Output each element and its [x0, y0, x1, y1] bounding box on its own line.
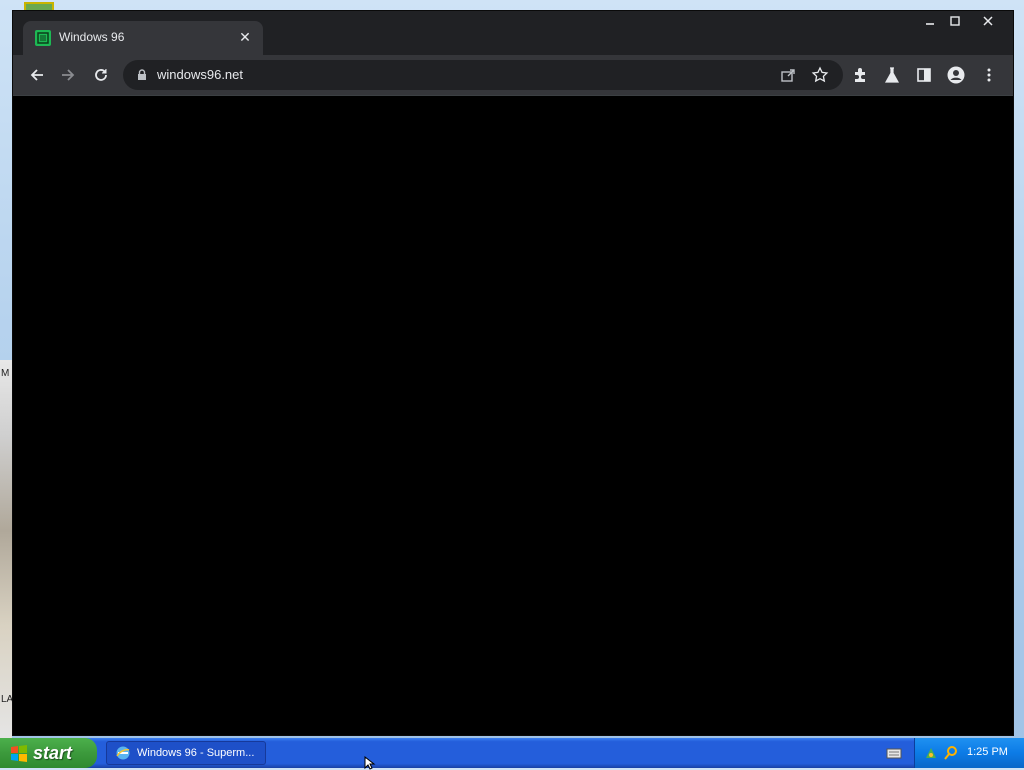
- taskbar-clock[interactable]: 1:25 PM: [967, 746, 1008, 758]
- back-icon: [30, 69, 43, 81]
- browser-tab[interactable]: Windows 96 ✕: [23, 21, 263, 55]
- extensions-icon: [855, 68, 865, 82]
- search-icon[interactable]: [943, 745, 959, 761]
- side-panel-icon: [917, 68, 931, 82]
- tab-title: Windows 96: [59, 30, 125, 44]
- page-content[interactable]: [13, 96, 1013, 735]
- maximize-icon: [950, 16, 960, 26]
- system-tray: 1:25 PM: [914, 738, 1024, 768]
- start-button[interactable]: start: [0, 738, 97, 768]
- star-icon[interactable]: [811, 66, 829, 84]
- windows-flag-icon: [11, 745, 27, 762]
- internet-explorer-icon: [116, 746, 130, 760]
- taskbar-item-browser[interactable]: Windows 96 - Superm...: [106, 741, 266, 765]
- taskbar-item-label: Windows 96 - Superm...: [137, 747, 255, 759]
- start-label: start: [33, 742, 73, 763]
- browser-window: Windows 96 ✕ windows96.net: [12, 10, 1014, 736]
- tab-close-icon[interactable]: ✕: [237, 29, 253, 45]
- profile-icon: [947, 66, 965, 84]
- desktop-wallpaper-strip: [0, 360, 12, 740]
- keyboard-icon[interactable]: [886, 746, 902, 760]
- address-url[interactable]: windows96.net: [157, 67, 243, 82]
- back-button[interactable]: [25, 63, 49, 87]
- reload-icon: [95, 69, 107, 81]
- desktop-label-fragment: M: [1, 368, 10, 379]
- forward-icon: [62, 69, 75, 81]
- share-icon[interactable]: [779, 66, 797, 84]
- network-icon[interactable]: [923, 745, 939, 761]
- forward-button[interactable]: [56, 63, 80, 87]
- menu-icon: [987, 68, 991, 82]
- labs-button[interactable]: [880, 63, 904, 87]
- browser-toolbar: windows96.net: [13, 55, 1013, 96]
- windows96-icon: [35, 30, 51, 46]
- taskbar: start Windows 96 - Superm... 1:25 PM: [0, 738, 1024, 768]
- maximize-button[interactable]: [940, 11, 970, 31]
- labs-icon: [884, 67, 900, 83]
- close-window-button[interactable]: [973, 11, 1003, 31]
- close-icon: [983, 16, 993, 26]
- lock-icon[interactable]: [135, 68, 149, 82]
- reload-button[interactable]: [89, 63, 113, 87]
- menu-button[interactable]: [977, 63, 1001, 87]
- profile-button[interactable]: [944, 63, 968, 87]
- browser-titlebar: Windows 96 ✕: [13, 11, 1013, 55]
- extensions-button[interactable]: [848, 63, 872, 87]
- minimize-icon: [926, 23, 934, 25]
- side-panel-button[interactable]: [912, 63, 936, 87]
- address-bar[interactable]: windows96.net: [123, 60, 843, 90]
